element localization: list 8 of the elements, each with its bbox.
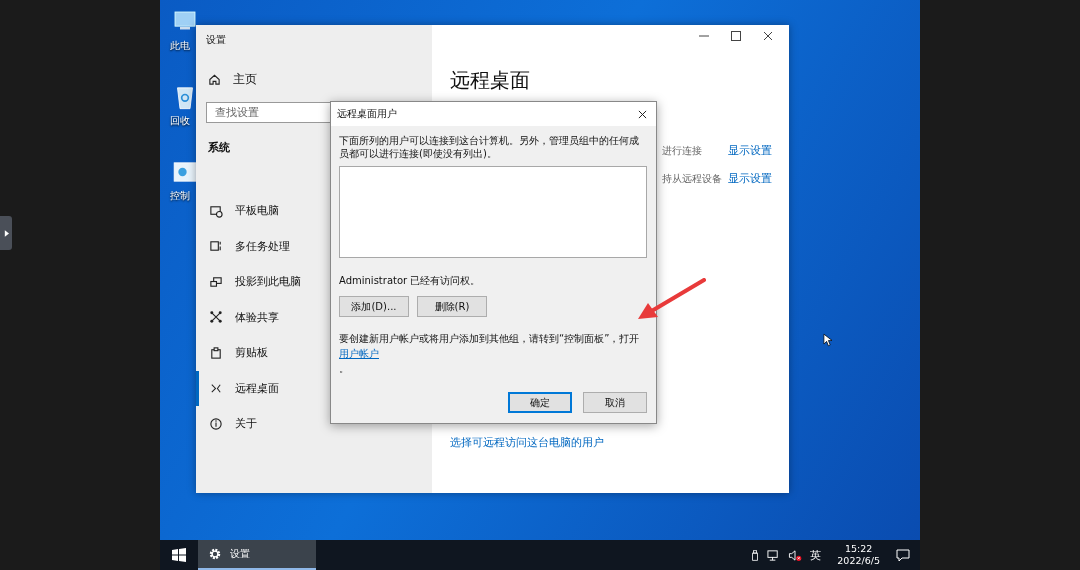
page-heading: 远程桌面 [449, 67, 531, 94]
access-status: Administrator 已经有访问权。 [339, 274, 482, 288]
setting-text: 持从远程设备 [662, 172, 722, 186]
window-title: 设置 [205, 33, 227, 47]
dialog-description: 下面所列的用户可以连接到这台计算机。另外，管理员组中的任何成员都可以进行连接(即使没有列出)。 [339, 134, 640, 160]
setting-text: 进行连接 [662, 144, 702, 158]
dialog-title: 远程桌面用户 [337, 107, 397, 121]
section-heading: 系统 [208, 140, 230, 155]
